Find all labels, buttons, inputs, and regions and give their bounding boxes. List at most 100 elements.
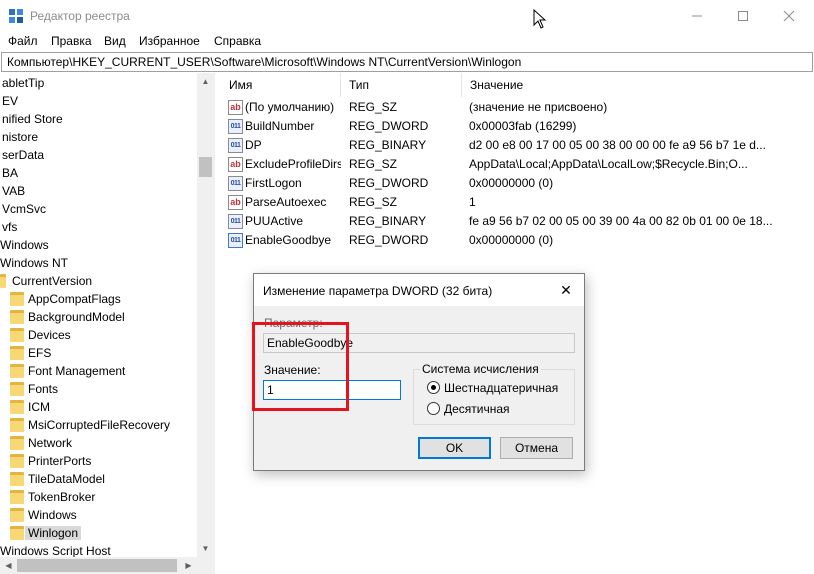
tree-item[interactable]: MsiCorruptedFileRecovery xyxy=(10,416,170,434)
tree-item-label: nistore xyxy=(2,130,39,144)
tree-item[interactable]: EV xyxy=(2,92,18,110)
folder-icon xyxy=(10,418,24,432)
value-row[interactable]: 011 DP REG_BINARY d2 00 e8 00 17 00 05 0… xyxy=(221,136,814,155)
tree-item[interactable]: Network xyxy=(10,434,72,452)
tree-item[interactable]: VAB xyxy=(2,182,25,200)
folder-icon xyxy=(10,310,24,324)
radio-hexadecimal[interactable] xyxy=(427,381,440,394)
cancel-button[interactable]: Отмена xyxy=(500,437,573,459)
maximize-button[interactable] xyxy=(720,0,766,31)
pane-splitter[interactable] xyxy=(214,73,220,574)
value-data: 0x00003fab (16299) xyxy=(469,119,577,133)
tree-item[interactable]: PrinterPorts xyxy=(10,452,91,470)
close-button[interactable] xyxy=(766,0,812,31)
value-data: 1 xyxy=(469,195,476,209)
tree-item[interactable]: VcmSvc xyxy=(2,200,46,218)
scroll-up-icon[interactable]: ▲ xyxy=(197,73,214,90)
folder-open-icon xyxy=(0,274,6,288)
folder-icon xyxy=(10,346,24,360)
folder-icon xyxy=(10,436,24,450)
tree-item[interactable]: Windows Script Host xyxy=(0,542,111,557)
tree-item[interactable]: EFS xyxy=(10,344,51,362)
tree-item[interactable]: Windows xyxy=(0,236,49,254)
tree-item[interactable]: serData xyxy=(2,146,44,164)
value-name: PUUActive xyxy=(245,214,304,228)
scroll-thumb[interactable] xyxy=(199,157,212,177)
key-tree: abletTip EV nified Store nistore serData… xyxy=(0,73,214,557)
scroll-left-icon[interactable]: ◀ xyxy=(0,557,17,574)
value-row[interactable]: 011 BuildNumber REG_DWORD 0x00003fab (16… xyxy=(221,117,814,136)
base-groupbox xyxy=(413,369,575,425)
value-row-enable-goodbye[interactable]: 011 EnableGoodbye REG_DWORD 0x00000000 (… xyxy=(221,231,814,250)
tree-item[interactable]: ICM xyxy=(10,398,50,416)
tree-item[interactable]: vfs xyxy=(2,218,17,236)
tree-item-label: Windows xyxy=(0,238,49,252)
tree-item[interactable]: Fonts xyxy=(10,380,58,398)
tree-item-label: EV xyxy=(2,94,19,108)
tree-horizontal-scrollbar[interactable]: ◀ ▶ xyxy=(0,557,214,574)
column-header-value[interactable]: Значение xyxy=(462,73,814,97)
tree-item-label: MsiCorruptedFileRecovery xyxy=(28,418,171,432)
tree-item-current-version[interactable]: CurrentVersion xyxy=(0,272,92,290)
value-name: FirstLogon xyxy=(245,176,302,190)
value-name: ParseAutoexec xyxy=(245,195,327,209)
radio-hexadecimal-label[interactable]: Шестнадцатеричная xyxy=(444,381,558,395)
tree-vertical-scrollbar[interactable]: ▲ ▼ xyxy=(197,73,214,557)
tree-item-label: VAB xyxy=(2,184,26,198)
scroll-right-icon[interactable]: ▶ xyxy=(180,557,197,574)
menu-file[interactable]: Файл xyxy=(8,34,38,48)
ok-button[interactable]: OK xyxy=(418,437,491,459)
menu-view[interactable]: Вид xyxy=(104,34,126,48)
string-value-icon: ab xyxy=(228,195,243,210)
scroll-down-icon[interactable]: ▼ xyxy=(197,540,214,557)
value-type: REG_BINARY xyxy=(349,214,427,228)
tree-item-label: Winlogon xyxy=(25,526,82,540)
menu-help[interactable]: Справка xyxy=(214,34,261,48)
tree-item[interactable]: Windows NT xyxy=(0,254,68,272)
address-bar[interactable]: Компьютер\HKEY_CURRENT_USER\Software\Mic… xyxy=(1,52,813,72)
tree-item[interactable]: abletTip xyxy=(2,74,44,92)
minimize-button[interactable] xyxy=(674,0,720,31)
tree-item-label: serData xyxy=(2,148,45,162)
tree-item[interactable]: AppCompatFlags xyxy=(10,290,121,308)
tree-item[interactable]: nified Store xyxy=(2,110,63,128)
tree-item[interactable]: Windows xyxy=(10,506,77,524)
scroll-thumb[interactable] xyxy=(17,559,177,572)
tree-item[interactable]: TileDataModel xyxy=(10,470,105,488)
radio-decimal[interactable] xyxy=(427,402,440,415)
column-header-type[interactable]: Тип xyxy=(341,73,462,97)
tree-item[interactable]: TokenBroker xyxy=(10,488,95,506)
value-name: DP xyxy=(245,138,262,152)
value-row[interactable]: 011 PUUActive REG_BINARY fe a9 56 b7 02 … xyxy=(221,212,814,231)
value-type: REG_DWORD xyxy=(349,176,429,190)
menu-favorites[interactable]: Избранное xyxy=(139,34,200,48)
value-name: (По умолчанию) xyxy=(245,100,335,114)
folder-icon xyxy=(10,292,24,306)
close-icon xyxy=(783,10,795,22)
menu-edit[interactable]: Правка xyxy=(51,34,92,48)
value-type: REG_SZ xyxy=(349,195,398,209)
value-name: BuildNumber xyxy=(245,119,315,133)
value-data: 0x00000000 (0) xyxy=(469,233,554,247)
tree-item-label: nified Store xyxy=(2,112,63,126)
value-type: REG_BINARY xyxy=(349,138,427,152)
menu-bar: Файл Правка Вид Избранное Справка xyxy=(0,31,814,51)
value-row[interactable]: 011 FirstLogon REG_DWORD 0x00000000 (0) xyxy=(221,174,814,193)
value-row[interactable]: ab ParseAutoexec REG_SZ 1 xyxy=(221,193,814,212)
value-row[interactable]: ab (По умолчанию) REG_SZ (значение не пр… xyxy=(221,98,814,117)
folder-icon xyxy=(10,508,24,522)
close-icon: ✕ xyxy=(560,282,572,298)
tree-item[interactable]: nistore xyxy=(2,128,38,146)
value-row[interactable]: ab ExcludeProfileDirs REG_SZ AppData\Loc… xyxy=(221,155,814,174)
tree-item[interactable]: BackgroundModel xyxy=(10,308,125,326)
binary-value-icon: 011 xyxy=(228,214,243,229)
tree-item[interactable]: Devices xyxy=(10,326,71,344)
tree-item-winlogon[interactable]: Winlogon xyxy=(10,524,82,542)
dialog-close-button[interactable]: ✕ xyxy=(556,280,576,300)
tree-item[interactable]: Font Management xyxy=(10,362,125,380)
value-name: ExcludeProfileDirs xyxy=(245,157,341,171)
radio-decimal-label[interactable]: Десятичная xyxy=(444,402,510,416)
column-header-name[interactable]: Имя xyxy=(221,73,341,97)
tree-item[interactable]: BA xyxy=(2,164,18,182)
dialog-title-bar: Изменение параметра DWORD (32 бита) ✕ xyxy=(254,274,584,306)
